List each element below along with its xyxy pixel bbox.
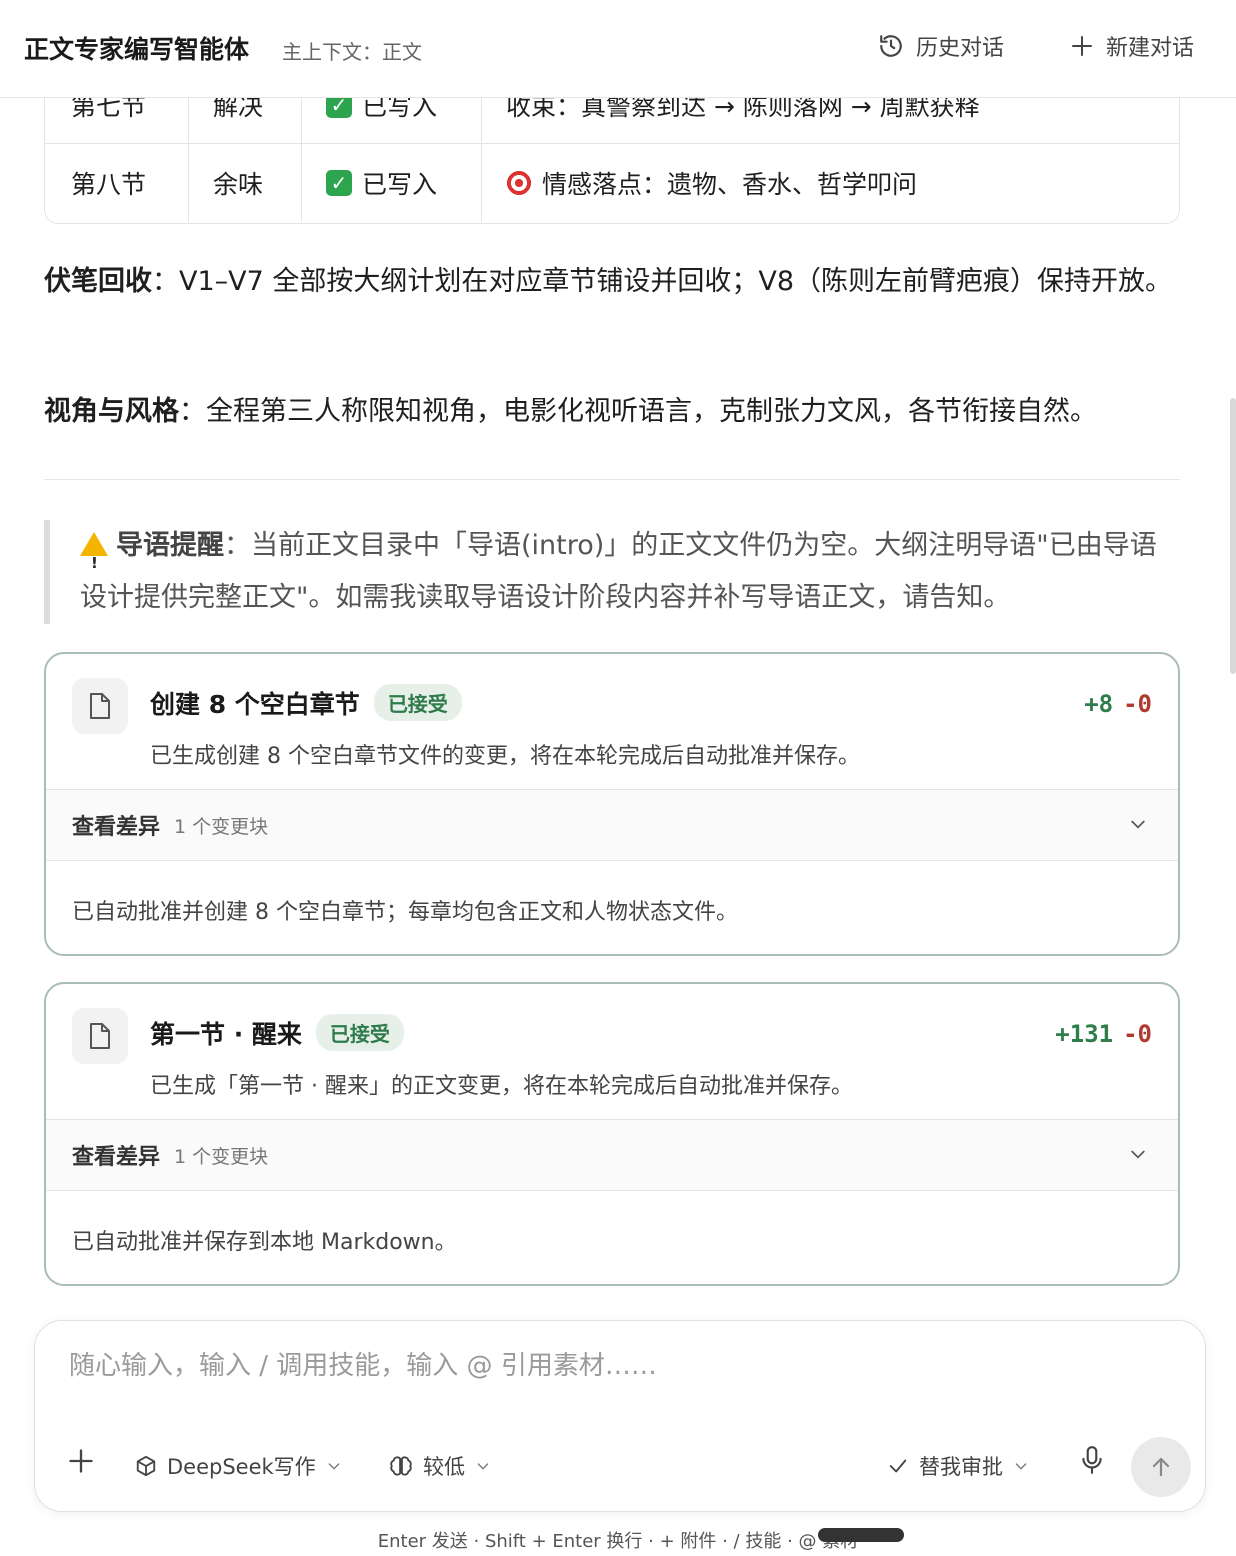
diff-count: 1 个变更块 — [174, 815, 269, 838]
history-icon — [880, 35, 902, 57]
level-label: 较低 — [423, 1455, 465, 1479]
warning-icon — [80, 532, 108, 589]
section-cell: 第八节 — [45, 144, 189, 222]
check-icon: ✓ — [326, 170, 352, 196]
foreshadow-label: 伏笔回收 — [44, 266, 152, 297]
accepted-badge: 已接受 — [315, 1014, 404, 1051]
style-paragraph: 视角与风格：全程第三人称限知视角，电影化视听语言，克制张力文风，各节衔接自然。 — [44, 386, 1180, 438]
note-text: 情感落点：遗物、香水、哲学叩问 — [542, 170, 918, 199]
brain-icon — [390, 1456, 412, 1476]
message-composer: DeepSeek写作 较低 替我审批 — [34, 1320, 1206, 1512]
context-label: 主上下文：正文 — [282, 40, 422, 64]
change-result: 已自动批准并保存到本地 Markdown。 — [72, 1230, 457, 1255]
accepted-badge: 已接受 — [373, 684, 462, 721]
view-diff-label: 查看差异 — [72, 1145, 161, 1170]
divider — [44, 479, 1180, 480]
target-icon — [506, 170, 532, 196]
additions-count: +8 — [1084, 690, 1114, 718]
checkmark-icon — [889, 1459, 907, 1473]
intro-reminder: 导语提醒：当前正文目录中「导语(intro)」的正文文件仍为空。大纲注明导语"已… — [44, 520, 1180, 624]
microphone-icon — [1082, 1446, 1102, 1474]
plus-icon — [1072, 36, 1092, 56]
name-cell: 余味 — [189, 144, 302, 222]
view-diff-toggle[interactable]: 查看差异 1 个变更块 — [46, 1119, 1178, 1191]
arrow-up-icon — [1152, 1457, 1170, 1477]
model-selector[interactable]: DeepSeek写作 — [135, 1451, 342, 1481]
additions-count: +131 — [1055, 1020, 1114, 1048]
chevron-down-icon — [328, 1463, 340, 1470]
window-handle — [818, 1528, 904, 1542]
reminder-label: 导语提醒 — [116, 530, 224, 561]
deletions-count: -0 — [1123, 690, 1152, 718]
attach-button[interactable] — [67, 1447, 95, 1475]
deletions-count: -0 — [1123, 1020, 1152, 1048]
file-icon-box — [72, 678, 128, 734]
model-label: DeepSeek写作 — [167, 1455, 316, 1479]
plus-icon — [69, 1449, 93, 1473]
change-title-text: 创建 8 个空白章节 — [150, 689, 360, 719]
change-title: 第一节 · 醒来 已接受 — [150, 1014, 404, 1051]
style-text: ：全程第三人称限知视角，电影化视听语言，克制张力文风，各节衔接自然。 — [179, 396, 1097, 427]
message-input[interactable] — [69, 1351, 1169, 1381]
file-icon-box — [72, 1008, 128, 1064]
style-label: 视角与风格 — [44, 396, 179, 427]
reasoning-level-selector[interactable]: 较低 — [389, 1451, 491, 1481]
table-row: 第八节 余味 ✓ 已写入 情感落点：遗物、香水、哲学叩问 — [45, 144, 1179, 222]
chevron-down-icon — [1131, 820, 1145, 829]
change-card: 第一节 · 醒来 已接受 +131 -0 已生成「第一节 · 醒来」的正文变更，将在… — [44, 982, 1180, 1286]
change-description: 已生成创建 8 个空白章节文件的变更，将在本轮完成后自动批准并保存。 — [150, 744, 860, 769]
file-icon — [90, 693, 110, 719]
diff-count: 1 个变更块 — [174, 1145, 269, 1168]
change-card: 创建 8 个空白章节 已接受 +8 -0 已生成创建 8 个空白章节文件的变更，将在… — [44, 652, 1180, 956]
note-cell: 情感落点：遗物、香水、哲学叩问 — [482, 144, 1179, 222]
change-description: 已生成「第一节 · 醒来」的正文变更，将在本轮完成后自动批准并保存。 — [150, 1074, 853, 1099]
view-diff-label: 查看差异 — [72, 815, 161, 840]
view-diff-toggle[interactable]: 查看差异 1 个变更块 — [46, 789, 1178, 861]
cube-icon — [136, 1455, 156, 1477]
page-title: 正文专家编写智能体 — [24, 35, 250, 64]
chevron-down-icon — [477, 1463, 489, 1470]
status-text: 已写入 — [362, 170, 438, 199]
chevron-down-icon — [1015, 1463, 1027, 1470]
scrollbar-thumb[interactable] — [1230, 398, 1236, 674]
foreshadow-text: ：V1–V7 全部按大纲计划在对应章节铺设并回收；V8（陈则左前臂疤痕）保持开放… — [152, 266, 1173, 297]
status-cell: ✓ 已写入 — [302, 144, 482, 222]
app-header: 正文专家编写智能体 主上下文：正文 历史对话 新建对话 — [0, 0, 1236, 98]
change-result: 已自动批准并创建 8 个空白章节；每章均包含正文和人物状态文件。 — [72, 900, 738, 925]
send-button[interactable] — [1131, 1437, 1191, 1497]
keyboard-hint: Enter 发送 · Shift + Enter 换行 · + 附件 · / 技… — [377, 1531, 859, 1552]
history-label: 历史对话 — [916, 36, 1005, 61]
change-title: 创建 8 个空白章节 已接受 — [150, 684, 462, 721]
review-label: 替我审批 — [919, 1455, 1003, 1479]
foreshadow-paragraph: 伏笔回收：V1–V7 全部按大纲计划在对应章节铺设并回收；V8（陈则左前臂疤痕）… — [44, 256, 1180, 308]
chevron-down-icon — [1131, 1150, 1145, 1159]
reminder-text: ：当前正文目录中「导语(intro)」的正文文件仍为空。大纲注明导语"已由导语设… — [80, 530, 1157, 613]
change-title-text: 第一节 · 醒来 — [150, 1019, 302, 1049]
change-stats: +131 -0 — [1055, 1020, 1152, 1048]
change-stats: +8 -0 — [1084, 690, 1152, 718]
file-icon — [90, 1023, 110, 1049]
voice-input-button[interactable] — [1079, 1445, 1105, 1475]
new-chat-button[interactable]: 新建对话 — [1070, 30, 1194, 62]
auto-review-selector[interactable]: 替我审批 — [887, 1451, 1029, 1481]
history-button[interactable]: 历史对话 — [878, 30, 1004, 62]
new-chat-label: 新建对话 — [1106, 36, 1195, 61]
